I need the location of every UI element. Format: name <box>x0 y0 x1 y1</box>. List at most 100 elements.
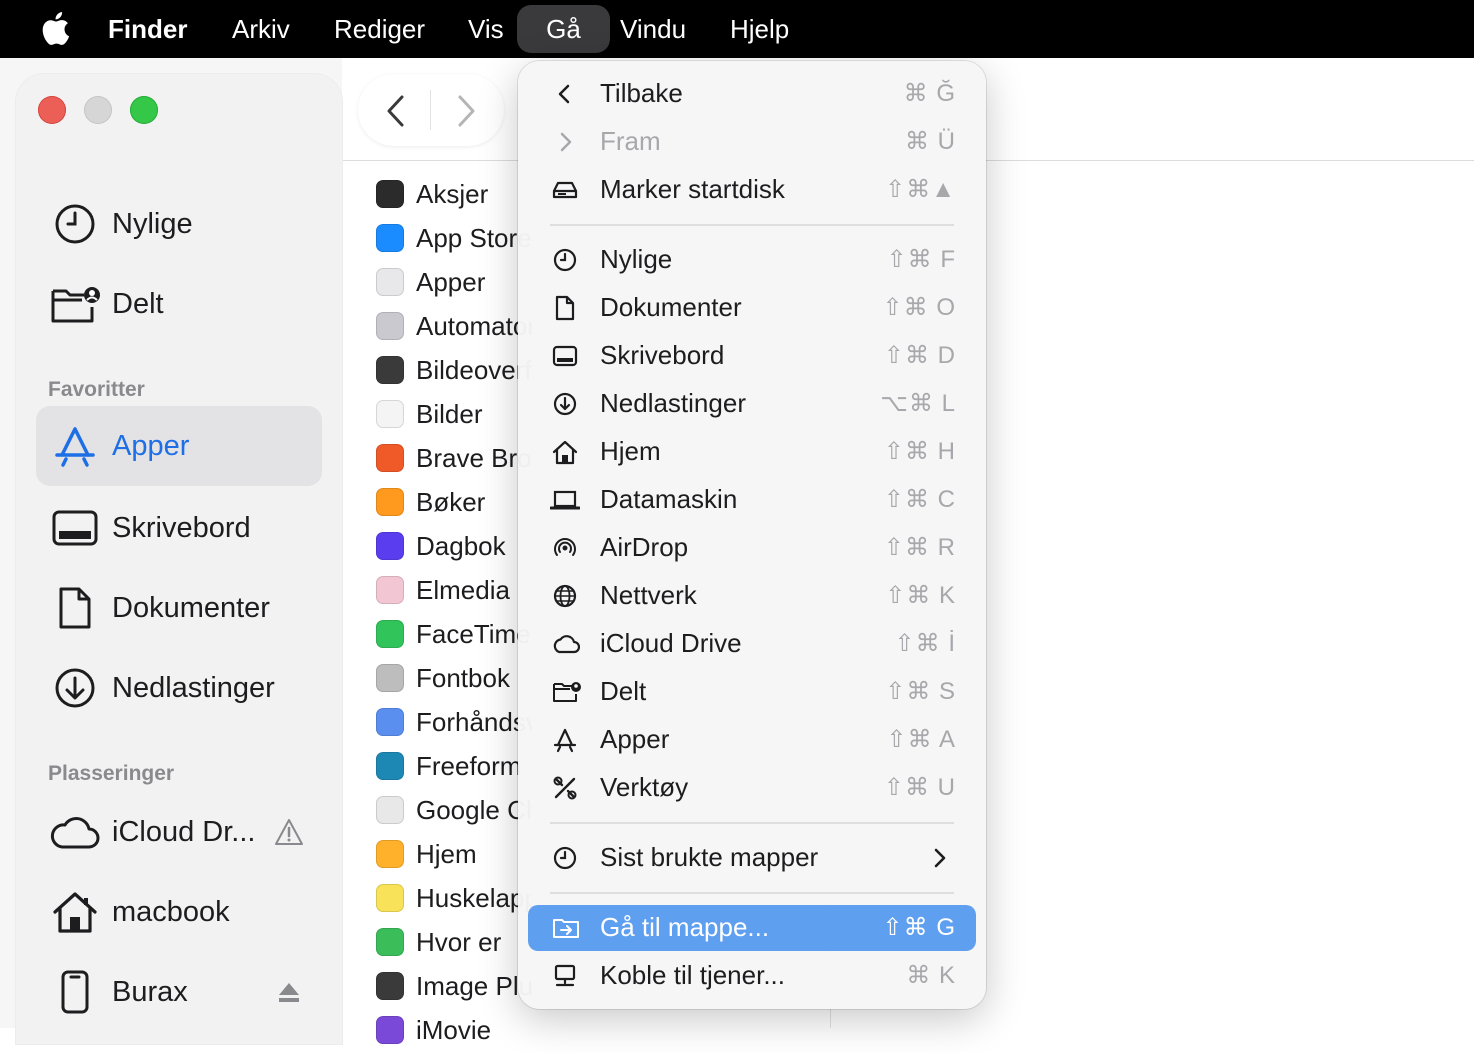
file-name: Bøker <box>416 487 486 517</box>
menu-item-icloud-drive[interactable]: iCloud Drive ⇧⌘ İ <box>528 621 976 667</box>
menu-item-label: Koble til tjener... <box>600 960 785 990</box>
eject-icon[interactable] <box>274 977 304 1007</box>
file-row[interactable]: Bildeoverføring <box>372 349 532 393</box>
file-row[interactable]: Image Plus <box>372 965 532 1009</box>
app-icon <box>376 1016 404 1044</box>
keyboard-shortcut: ⇧⌘ C <box>883 486 956 513</box>
file-name: Freeform <box>416 751 522 781</box>
file-name: FaceTime <box>416 619 531 649</box>
menu-item-tilbake[interactable]: Tilbake ⌘ Ğ <box>528 71 976 117</box>
file-row[interactable]: Forhåndsvisning <box>372 701 532 745</box>
menu-separator <box>550 822 954 824</box>
file-row[interactable]: Bilder <box>372 393 532 437</box>
menu-item-airdrop[interactable]: AirDrop ⇧⌘ R <box>528 525 976 571</box>
sidebar-item-label: Nylige <box>112 207 193 240</box>
file-name: Hvor er <box>416 927 502 957</box>
menu-item-nylige[interactable]: Nylige ⇧⌘ F <box>528 237 976 283</box>
file-name: Dagbok <box>416 531 506 561</box>
keyboard-shortcut: ⇧⌘ O <box>882 294 956 321</box>
menu-item-nettverk[interactable]: Nettverk ⇧⌘ K <box>528 573 976 619</box>
file-row[interactable]: Hvor er <box>372 921 532 965</box>
file-row[interactable]: Elmedia <box>372 569 532 613</box>
file-name: Huskelapper <box>416 883 532 913</box>
menu-ga[interactable]: Gå <box>517 5 610 53</box>
back-arrow-icon[interactable] <box>384 94 408 128</box>
sidebar-item-dokumenter[interactable]: Dokumenter <box>36 568 322 648</box>
sidebar-item-nedlastinger[interactable]: Nedlastinger <box>36 648 322 728</box>
file-name: Elmedia <box>416 575 510 605</box>
menu-vis[interactable]: Vis <box>454 5 518 53</box>
menu-item-label: Nettverk <box>600 580 697 610</box>
app-icon <box>376 928 404 956</box>
file-row[interactable]: Freeform <box>372 745 532 789</box>
app-icon <box>376 488 404 516</box>
file-row[interactable]: Aksjer <box>372 173 532 217</box>
menu-item-apper[interactable]: Apper ⇧⌘ A <box>528 717 976 763</box>
menu-item-marker-startdisk[interactable]: Marker startdisk ⇧⌘▲ <box>528 167 976 213</box>
menu-item-koble-til-tjener[interactable]: Koble til tjener... ⌘ K <box>528 953 976 999</box>
file-row[interactable]: Apper <box>372 261 532 305</box>
keyboard-shortcut: ⇧⌘ R <box>883 534 956 561</box>
menu-item-verktoy[interactable]: Verktøy ⇧⌘ U <box>528 765 976 811</box>
app-icon <box>376 664 404 692</box>
apps-icon <box>553 728 577 753</box>
desktop-icon <box>50 503 100 553</box>
menu-item-datamaskin[interactable]: Datamaskin ⇧⌘ C <box>528 477 976 523</box>
close-window-button[interactable] <box>38 96 66 124</box>
menu-item-ga-til-mappe[interactable]: Gå til mappe... ⇧⌘ G <box>528 905 976 951</box>
menu-item-label: AirDrop <box>600 532 689 562</box>
file-row[interactable]: Hjem <box>372 833 532 877</box>
app-icon <box>376 884 404 912</box>
menu-item-sist-brukte-mapper[interactable]: Sist brukte mapper <box>528 835 976 881</box>
chevron-left-icon <box>558 84 570 104</box>
forward-arrow-icon[interactable] <box>454 94 478 128</box>
menu-item-label: iCloud Drive <box>600 628 742 658</box>
menu-item-delt[interactable]: Delt ⇧⌘ S <box>528 669 976 715</box>
keyboard-shortcut: ⇧⌘ H <box>883 438 956 465</box>
file-name: Apper <box>416 267 486 297</box>
menu-item-label: Marker startdisk <box>600 174 785 204</box>
file-row[interactable]: Bøker <box>372 481 532 525</box>
file-row[interactable]: Google Chrome <box>372 789 532 833</box>
menu-vindu[interactable]: Vindu <box>606 5 700 53</box>
sidebar-item-burax[interactable]: Burax <box>36 952 322 1032</box>
file-row[interactable]: App Store <box>372 217 532 261</box>
chevron-right-icon <box>560 132 572 152</box>
zoom-window-button[interactable] <box>130 96 158 124</box>
file-row[interactable]: Fontbok <box>372 657 532 701</box>
menu-item-hjem[interactable]: Hjem ⇧⌘ H <box>528 429 976 475</box>
locations-header: Plasseringer <box>48 762 175 785</box>
file-name: Google Chrome <box>416 795 532 825</box>
favorites-header: Favoritter <box>48 378 145 401</box>
keyboard-shortcut: ⇧⌘ K <box>885 582 956 609</box>
menu-item-nedlastinger[interactable]: Nedlastinger ⌥⌘ L <box>528 381 976 427</box>
menu-item-label: Dokumenter <box>600 292 742 322</box>
file-row[interactable]: Brave Browser <box>372 437 532 481</box>
keyboard-shortcut: ⇧⌘ D <box>883 342 956 369</box>
menu-item-skrivebord[interactable]: Skrivebord ⇧⌘ D <box>528 333 976 379</box>
app-icon <box>376 620 404 648</box>
sidebar-item-macbook[interactable]: macbook <box>36 872 322 952</box>
shared-folder-icon <box>50 279 100 329</box>
file-row[interactable]: FaceTime <box>372 613 532 657</box>
file-row[interactable]: iMovie <box>372 1009 532 1053</box>
file-name: Automator <box>416 311 532 341</box>
sidebar-item-delt[interactable]: Delt <box>36 264 322 344</box>
sidebar-item-nylige[interactable]: Nylige <box>36 184 322 264</box>
menu-rediger[interactable]: Rediger <box>320 5 439 53</box>
menu-arkiv[interactable]: Arkiv <box>218 5 304 53</box>
file-row[interactable]: Huskelapper <box>372 877 532 921</box>
sidebar-item-icloud-drive[interactable]: iCloud Dr... <box>36 792 322 872</box>
menu-item-dokumenter[interactable]: Dokumenter ⇧⌘ O <box>528 285 976 331</box>
menu-finder[interactable]: Finder <box>94 5 201 53</box>
apple-logo-icon[interactable] <box>40 10 70 46</box>
file-row[interactable]: Automator <box>372 305 532 349</box>
sidebar-item-skrivebord[interactable]: Skrivebord <box>36 488 322 568</box>
navigation-controls <box>358 74 504 146</box>
home-icon <box>552 440 578 465</box>
menu-hjelp[interactable]: Hjelp <box>716 5 803 53</box>
warning-icon[interactable] <box>274 817 304 847</box>
sidebar-item-apper[interactable]: Apper <box>36 406 322 486</box>
file-row[interactable]: Dagbok <box>372 525 532 569</box>
minimize-window-button[interactable] <box>84 96 112 124</box>
